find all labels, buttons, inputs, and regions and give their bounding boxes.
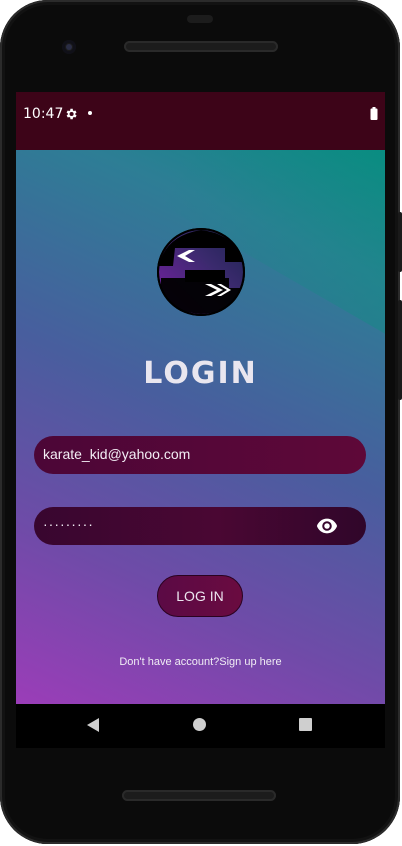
signup-link[interactable]: Don't have account?Sign up here <box>16 656 385 668</box>
recents-icon[interactable] <box>299 718 312 731</box>
back-icon[interactable] <box>86 717 100 733</box>
earpiece-speaker <box>124 41 278 52</box>
status-time: 10:47 <box>23 106 64 122</box>
app-logo <box>157 228 245 316</box>
front-camera <box>62 40 76 54</box>
email-value[interactable]: karate_kid@yahoo.com <box>43 446 190 462</box>
phone-frame: 10:47 LOGIN karate_kid@yahoo.com ·······… <box>0 0 402 844</box>
power-button <box>398 212 402 272</box>
notification-dot-icon <box>88 111 92 115</box>
eye-icon[interactable] <box>316 517 338 535</box>
battery-icon <box>370 107 378 120</box>
login-button[interactable]: LOG IN <box>157 575 243 617</box>
screen: 10:47 LOGIN karate_kid@yahoo.com ·······… <box>16 92 385 704</box>
page-title: LOGIN <box>143 356 258 391</box>
home-icon[interactable] <box>193 718 206 731</box>
top-notch <box>187 15 213 23</box>
login-screen: LOGIN karate_kid@yahoo.com ········· LOG… <box>16 150 385 704</box>
password-value[interactable]: ········· <box>43 516 94 532</box>
status-bar: 10:47 <box>16 92 385 150</box>
password-field[interactable]: ········· <box>34 507 366 545</box>
gear-icon <box>66 108 77 120</box>
volume-button <box>398 300 402 400</box>
bottom-speaker <box>122 790 276 801</box>
email-field[interactable]: karate_kid@yahoo.com <box>34 436 366 474</box>
navigation-bar <box>16 704 385 748</box>
